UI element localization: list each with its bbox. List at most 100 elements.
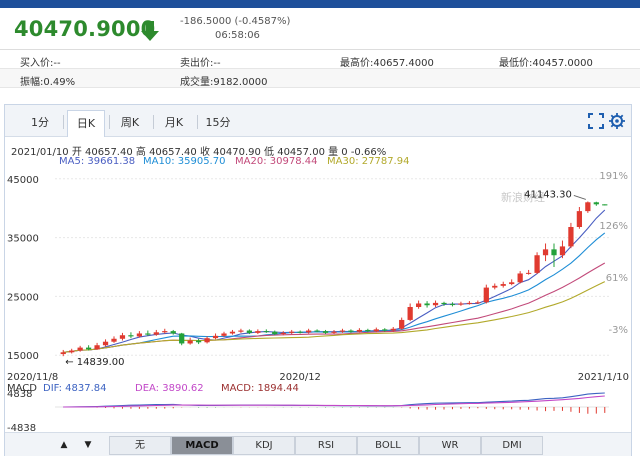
candle-body [500, 284, 506, 286]
quote-info-table: 买入价:-- 卖出价:-- 最高价:40657.4000 最低价:40457.0… [0, 49, 640, 88]
x-tick-label: 2020/12 [279, 372, 321, 383]
candle-body [246, 330, 253, 333]
candle-body [509, 282, 515, 285]
tab-divider [153, 115, 154, 129]
candle-body [356, 329, 363, 332]
x-tick-label: 2020/11/8 [7, 372, 58, 383]
price-row: 40470.9000 -186.5000 (-0.4587%) 06:58:06 [0, 8, 640, 48]
candle-body [212, 335, 219, 339]
macd-hist-value: MACD: 1894.44 [221, 383, 299, 394]
candle-body [483, 287, 489, 303]
candle-body [77, 347, 83, 351]
candle-body [229, 331, 236, 334]
scroll-up-button[interactable]: ▲ [55, 437, 73, 454]
x-tick-label: 2021/1/10 [578, 372, 629, 383]
tab-daily[interactable]: 日K [67, 110, 105, 137]
ma20-legend: MA20: 30978.44 [235, 156, 318, 167]
right-tick-label: 191% [599, 171, 628, 182]
tab-indicator-boll[interactable]: BOLL [357, 436, 419, 455]
candle-body [348, 330, 354, 332]
candle-body [441, 302, 447, 305]
candle-body [390, 328, 396, 331]
y-tick-label: 25000 [7, 292, 39, 303]
tab-divider [197, 115, 198, 129]
candle-body [195, 340, 202, 343]
ask-price: 卖出价:-- [180, 58, 221, 69]
y-tick-label: 45000 [7, 175, 39, 186]
info-row: 买入价:-- 卖出价:-- 最高价:40657.4000 最低价:40457.0… [0, 50, 640, 69]
settings-icon[interactable] [608, 112, 626, 130]
candle-body [585, 202, 591, 212]
candle-body [602, 204, 608, 206]
tab-weekly[interactable]: 周K [111, 110, 149, 137]
right-tick-label: 126% [599, 221, 628, 232]
candle-body [407, 307, 413, 320]
kline-chart-panel: 1分 日K 周K 月K 15分 2021/01/10 开 40657.40 高 … [4, 104, 632, 456]
max-marker [573, 194, 587, 200]
candle-body [492, 285, 498, 288]
candle-body [238, 330, 244, 332]
candle-body [424, 303, 430, 306]
candle-body [170, 331, 176, 334]
candle-body [365, 329, 371, 332]
candle-body [255, 331, 261, 333]
candle-body [111, 338, 117, 342]
tab-indicator-none[interactable]: 无 [109, 436, 171, 455]
scroll-down-button[interactable]: ▼ [79, 437, 97, 454]
candle-body [542, 249, 549, 256]
candle-body [162, 331, 168, 333]
tab-15min[interactable]: 15分 [199, 110, 237, 137]
candle-body [339, 330, 346, 332]
tab-indicator-rsi[interactable]: RSI [295, 436, 357, 455]
fullscreen-icon[interactable] [587, 112, 605, 130]
info-row: 振幅:0.49% 成交量:9182.0000 [0, 69, 640, 88]
candle-body [576, 211, 583, 227]
tab-divider [109, 115, 110, 129]
candle-body [399, 319, 405, 329]
candle-body [466, 302, 473, 304]
candle-body [221, 333, 227, 336]
candle-body [322, 331, 329, 333]
indicator-tab-bar: ▲ ▼ 无 MACD KDJ RSI BOLL WR DMI [5, 432, 631, 456]
candle-body [204, 338, 210, 343]
tab-indicator-dmi[interactable]: DMI [481, 436, 543, 455]
candle-body [69, 350, 75, 353]
candle-body [85, 347, 92, 350]
candle-body [60, 352, 66, 355]
candle-body [136, 333, 143, 337]
max-price-label: 41143.30 [524, 189, 572, 200]
tab-indicator-kdj[interactable]: KDJ [233, 436, 295, 455]
candle-body [373, 329, 379, 332]
price-change: -186.5000 (-0.4587%) [180, 16, 291, 27]
macd-dif-value: DIF: 4837.84 [43, 383, 107, 394]
tab-indicator-wr[interactable]: WR [419, 436, 481, 455]
candle-body [449, 304, 456, 306]
candle-body [289, 331, 295, 333]
candle-body [179, 333, 185, 344]
y-tick-label: 15000 [7, 351, 39, 362]
current-price: 40470.9000 [14, 17, 156, 41]
volume: 成交量:9182.0000 [180, 77, 268, 88]
right-tick-label: -3% [609, 325, 628, 336]
tab-monthly[interactable]: 月K [155, 110, 193, 137]
candle-body [187, 340, 193, 344]
tab-1min[interactable]: 1分 [21, 110, 59, 137]
tab-indicator-macd[interactable]: MACD [171, 436, 233, 455]
candle-body [525, 272, 532, 274]
candle-body [517, 273, 523, 283]
macd-tick-label: 4838 [7, 389, 32, 400]
candle-body [559, 246, 566, 256]
y-tick-label: 35000 [7, 234, 39, 245]
down-arrow-icon [141, 21, 159, 41]
candle-body [458, 303, 464, 305]
kline-chart[interactable]: 45000350002500015000191%126%61%-3%新浪财经41… [5, 167, 631, 432]
header-strip [0, 0, 640, 8]
candle-body [102, 341, 109, 346]
ma5-legend: MA5: 39661.38 [59, 156, 136, 167]
candle-body [272, 331, 278, 335]
candle-body [432, 302, 439, 306]
ma10-legend: MA10: 35905.70 [143, 156, 226, 167]
amplitude: 振幅:0.49% [20, 77, 76, 88]
candle-body [415, 303, 422, 307]
candle-body [153, 332, 159, 335]
